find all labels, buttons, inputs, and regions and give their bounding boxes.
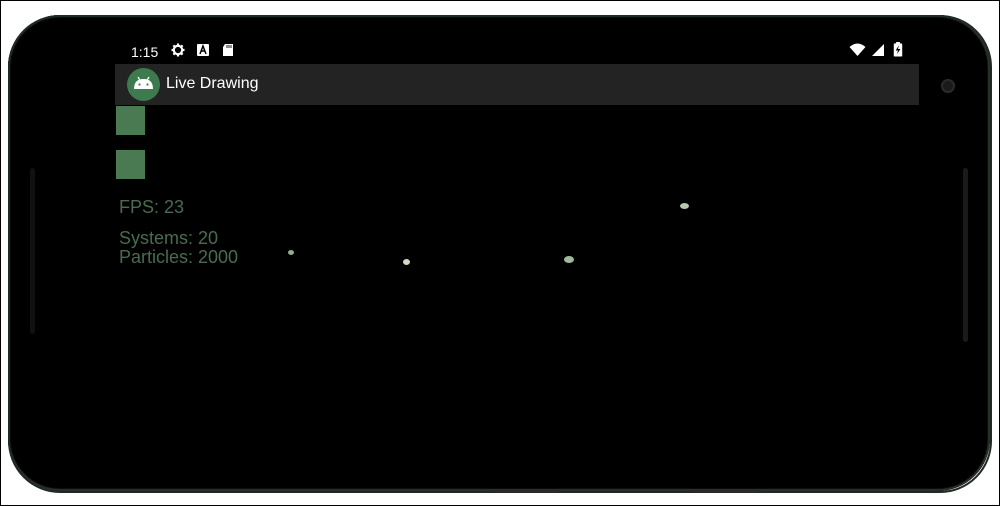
android-robot-icon [127, 68, 160, 101]
status-bar: 1:15 [115, 38, 919, 64]
front-camera [941, 79, 955, 93]
signal-icon [872, 44, 884, 56]
particle-cluster [288, 250, 294, 255]
sd-card-icon [223, 44, 233, 56]
particle-cluster [680, 203, 689, 209]
particles-readout: Particles: 2000 [119, 247, 239, 267]
green-button-top[interactable] [116, 106, 145, 135]
drawing-canvas[interactable]: FPS: 23 Systems: 20 Particles: 2000 [66, 105, 919, 466]
action-bar: Live Drawing [115, 64, 919, 105]
app-title: Live Drawing [166, 75, 259, 92]
fps-readout: FPS: 23 [119, 197, 185, 217]
a-notification-icon [197, 43, 209, 56]
systems-readout: Systems: 20 [119, 228, 219, 248]
left-side-button [30, 168, 35, 334]
device-screen: 1:15 Live Drawing FPS: 23 Systems: 20 Pa… [66, 38, 919, 466]
right-side-button [963, 168, 968, 342]
particle-cluster [564, 256, 574, 263]
particle-cluster [403, 259, 410, 265]
gear-icon [171, 43, 185, 57]
green-button-bottom[interactable] [116, 150, 145, 179]
bottom-volume-button [494, 490, 558, 493]
bottom-power-button [694, 490, 758, 493]
battery-charging-icon [893, 42, 903, 57]
status-time: 1:15 [131, 44, 159, 60]
wifi-icon [849, 43, 866, 56]
